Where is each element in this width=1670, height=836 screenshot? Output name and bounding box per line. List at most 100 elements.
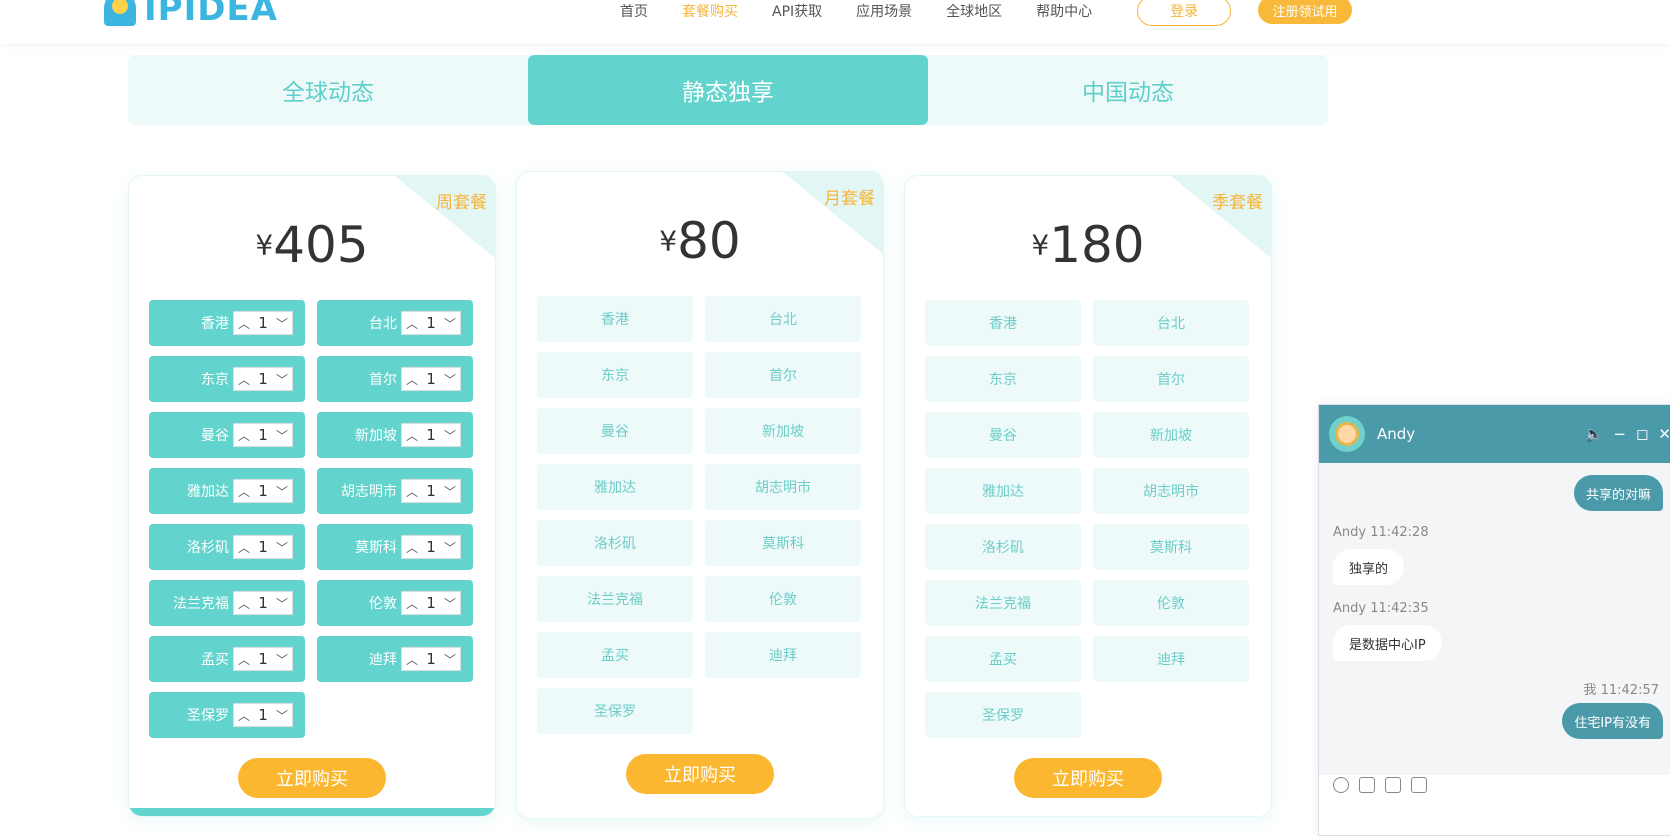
city-option[interactable]: 香港 xyxy=(925,300,1081,346)
quantity-stepper[interactable]: ︿ 1 ﹀ xyxy=(233,423,293,447)
city-option[interactable]: 胡志明市 ︿ 1 ﹀ xyxy=(317,468,473,514)
login-button[interactable]: 登录 xyxy=(1137,0,1231,26)
city-option[interactable]: 莫斯科 ︿ 1 ﹀ xyxy=(317,524,473,570)
quantity-stepper[interactable]: ︿ 1 ﹀ xyxy=(233,311,293,335)
city-option[interactable]: 新加坡 xyxy=(1093,412,1249,458)
quantity-stepper[interactable]: ︿ 1 ﹀ xyxy=(233,535,293,559)
nav-item-packages[interactable]: 套餐购买 xyxy=(682,1,738,21)
city-option[interactable]: 新加坡 xyxy=(705,408,861,454)
city-option[interactable]: 圣保罗 xyxy=(537,688,693,734)
city-option[interactable]: 雅加达 ︿ 1 ﹀ xyxy=(149,468,305,514)
city-option[interactable]: 迪拜 xyxy=(1093,636,1249,682)
tab-china-dynamic[interactable]: 中国动态 xyxy=(928,55,1328,125)
city-option[interactable]: 首尔 ︿ 1 ﹀ xyxy=(317,356,473,402)
city-option[interactable]: 洛杉矶 xyxy=(925,524,1081,570)
tab-global-dynamic[interactable]: 全球动态 xyxy=(128,55,528,125)
quantity-stepper[interactable]: ︿ 1 ﹀ xyxy=(401,535,461,559)
chevron-up-icon[interactable]: ︿ xyxy=(406,371,418,388)
city-option[interactable]: 伦敦 ︿ 1 ﹀ xyxy=(317,580,473,626)
city-option[interactable]: 东京 xyxy=(537,352,693,398)
nav-item-help[interactable]: 帮助中心 xyxy=(1036,1,1092,21)
chevron-up-icon[interactable]: ︿ xyxy=(406,315,418,332)
quantity-stepper[interactable]: ︿ 1 ﹀ xyxy=(401,423,461,447)
chevron-down-icon[interactable]: ﹀ xyxy=(276,427,288,444)
buy-now-button[interactable]: 立即购买 xyxy=(238,758,386,798)
city-option[interactable]: 伦敦 xyxy=(705,576,861,622)
chevron-down-icon[interactable]: ﹀ xyxy=(276,651,288,668)
buy-now-button[interactable]: 立即购买 xyxy=(626,754,774,794)
city-option[interactable]: 洛杉矶 xyxy=(537,520,693,566)
buy-now-button[interactable]: 立即购买 xyxy=(1014,758,1162,798)
chevron-up-icon[interactable]: ︿ xyxy=(238,483,250,500)
chevron-up-icon[interactable]: ︿ xyxy=(238,315,250,332)
chevron-down-icon[interactable]: ﹀ xyxy=(276,371,288,388)
chevron-up-icon[interactable]: ︿ xyxy=(406,539,418,556)
city-option[interactable]: 伦敦 xyxy=(1093,580,1249,626)
chevron-down-icon[interactable]: ﹀ xyxy=(444,427,456,444)
nav-item-api[interactable]: API获取 xyxy=(772,1,822,21)
emoji-icon[interactable] xyxy=(1333,777,1349,793)
city-option[interactable]: 迪拜 ︿ 1 ﹀ xyxy=(317,636,473,682)
chevron-down-icon[interactable]: ﹀ xyxy=(276,483,288,500)
folder-icon[interactable] xyxy=(1385,777,1401,793)
register-button[interactable]: 注册领试用 xyxy=(1258,0,1352,24)
chevron-up-icon[interactable]: ︿ xyxy=(238,651,250,668)
chevron-up-icon[interactable]: ︿ xyxy=(238,595,250,612)
city-option[interactable]: 孟买 ︿ 1 ﹀ xyxy=(149,636,305,682)
city-option[interactable]: 新加坡 ︿ 1 ﹀ xyxy=(317,412,473,458)
city-option[interactable]: 曼谷 ︿ 1 ﹀ xyxy=(149,412,305,458)
quantity-stepper[interactable]: ︿ 1 ﹀ xyxy=(233,479,293,503)
quantity-stepper[interactable]: ︿ 1 ﹀ xyxy=(401,311,461,335)
nav-item-home[interactable]: 首页 xyxy=(620,1,648,21)
city-option[interactable]: 迪拜 xyxy=(705,632,861,678)
chevron-up-icon[interactable]: ︿ xyxy=(238,371,250,388)
nav-item-regions[interactable]: 全球地区 xyxy=(946,1,1002,21)
city-option[interactable]: 胡志明市 xyxy=(1093,468,1249,514)
city-option[interactable]: 雅加达 xyxy=(925,468,1081,514)
nav-item-scenarios[interactable]: 应用场景 xyxy=(856,1,912,21)
thumbs-up-icon[interactable] xyxy=(1411,777,1427,793)
city-option[interactable]: 法兰克福 xyxy=(925,580,1081,626)
city-option[interactable]: 曼谷 xyxy=(537,408,693,454)
city-option[interactable]: 莫斯科 xyxy=(705,520,861,566)
city-option[interactable]: 台北 xyxy=(1093,300,1249,346)
chevron-down-icon[interactable]: ﹀ xyxy=(276,595,288,612)
close-icon[interactable]: ✕ xyxy=(1658,425,1670,443)
logo[interactable]: IPIDEA xyxy=(104,0,278,29)
city-option[interactable]: 法兰克福 xyxy=(537,576,693,622)
city-option[interactable]: 圣保罗 ︿ 1 ﹀ xyxy=(149,692,305,738)
city-option[interactable]: 台北 xyxy=(705,296,861,342)
chevron-down-icon[interactable]: ﹀ xyxy=(444,539,456,556)
quantity-stepper[interactable]: ︿ 1 ﹀ xyxy=(401,647,461,671)
quantity-stepper[interactable]: ︿ 1 ﹀ xyxy=(233,367,293,391)
chevron-up-icon[interactable]: ︿ xyxy=(406,427,418,444)
minimize-icon[interactable]: − xyxy=(1613,425,1626,443)
image-icon[interactable] xyxy=(1359,777,1375,793)
city-option[interactable]: 孟买 xyxy=(537,632,693,678)
city-option[interactable]: 东京 xyxy=(925,356,1081,402)
city-option[interactable]: 法兰克福 ︿ 1 ﹀ xyxy=(149,580,305,626)
chevron-down-icon[interactable]: ﹀ xyxy=(444,371,456,388)
quantity-stepper[interactable]: ︿ 1 ﹀ xyxy=(233,703,293,727)
quantity-stepper[interactable]: ︿ 1 ﹀ xyxy=(233,647,293,671)
city-option[interactable]: 莫斯科 xyxy=(1093,524,1249,570)
chevron-down-icon[interactable]: ﹀ xyxy=(276,315,288,332)
chevron-up-icon[interactable]: ︿ xyxy=(238,539,250,556)
city-option[interactable]: 首尔 xyxy=(1093,356,1249,402)
chevron-up-icon[interactable]: ︿ xyxy=(406,483,418,500)
chevron-down-icon[interactable]: ﹀ xyxy=(444,651,456,668)
chevron-down-icon[interactable]: ﹀ xyxy=(276,707,288,724)
tab-static-exclusive[interactable]: 静态独享 xyxy=(528,55,928,125)
quantity-stepper[interactable]: ︿ 1 ﹀ xyxy=(233,591,293,615)
chevron-up-icon[interactable]: ︿ xyxy=(406,595,418,612)
chevron-up-icon[interactable]: ︿ xyxy=(238,427,250,444)
chevron-up-icon[interactable]: ︿ xyxy=(238,707,250,724)
city-option[interactable]: 洛杉矶 ︿ 1 ﹀ xyxy=(149,524,305,570)
city-option[interactable]: 孟买 xyxy=(925,636,1081,682)
chevron-down-icon[interactable]: ﹀ xyxy=(444,483,456,500)
quantity-stepper[interactable]: ︿ 1 ﹀ xyxy=(401,591,461,615)
quantity-stepper[interactable]: ︿ 1 ﹀ xyxy=(401,479,461,503)
city-option[interactable]: 胡志明市 xyxy=(705,464,861,510)
city-option[interactable]: 东京 ︿ 1 ﹀ xyxy=(149,356,305,402)
chevron-down-icon[interactable]: ﹀ xyxy=(444,595,456,612)
